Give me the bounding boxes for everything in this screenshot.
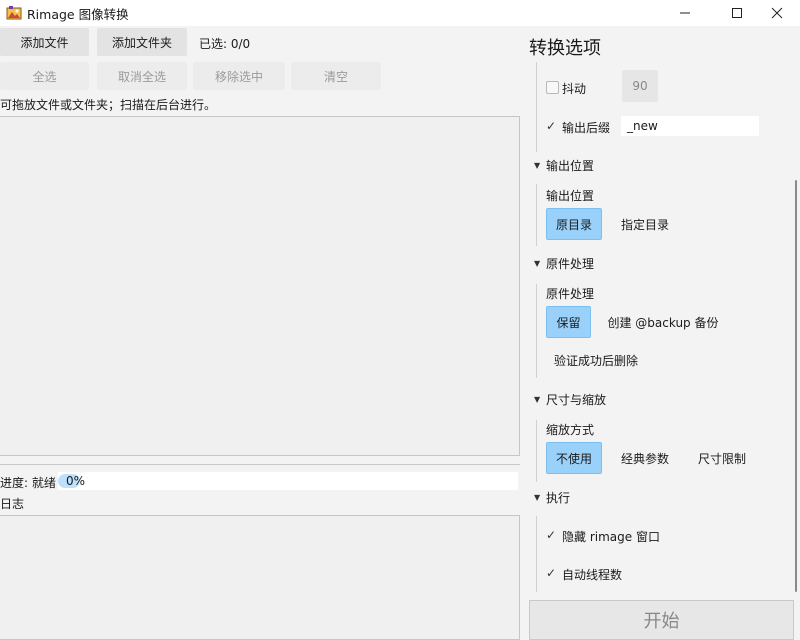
deselect-all-button[interactable]: 取消全选 bbox=[97, 62, 187, 90]
app-logo-icon bbox=[6, 6, 22, 20]
minimize-button[interactable] bbox=[662, 0, 708, 26]
progress-label: 进度: 就绪 bbox=[0, 476, 56, 490]
options-title: 转换选项 bbox=[529, 38, 601, 59]
clear-button[interactable]: 清空 bbox=[291, 62, 381, 90]
resize-classic-option[interactable]: 经典参数 bbox=[612, 442, 678, 474]
window-title: Rimage 图像转换 bbox=[27, 7, 129, 22]
auto-threads-checkbox[interactable]: ✓ bbox=[546, 567, 559, 580]
output-location-label: 输出位置 bbox=[546, 189, 595, 203]
options-scrollbar[interactable] bbox=[795, 180, 797, 592]
close-button[interactable] bbox=[754, 0, 800, 26]
suffix-label: 输出后缀 bbox=[562, 121, 611, 135]
output-original-dir-option[interactable]: 原目录 bbox=[546, 208, 602, 240]
section-guide-line bbox=[536, 420, 537, 482]
resize-limit-option[interactable]: 尺寸限制 bbox=[690, 442, 754, 474]
resize-mode-label: 缩放方式 bbox=[546, 423, 595, 437]
original-handling-label: 原件处理 bbox=[546, 287, 595, 301]
selected-count: 已选: 0/0 bbox=[199, 37, 251, 51]
select-all-button[interactable]: 全选 bbox=[0, 62, 89, 90]
resize-none-option[interactable]: 不使用 bbox=[546, 442, 602, 474]
dither-checkbox[interactable] bbox=[546, 81, 559, 94]
auto-threads-label: 自动线程数 bbox=[562, 568, 623, 582]
execute-header[interactable]: 执行 bbox=[546, 489, 570, 506]
drop-hint: 可拖放文件或文件夹；扫描在后台进行。 bbox=[0, 98, 217, 112]
caret-down-icon[interactable]: ▼ bbox=[534, 493, 540, 502]
start-button[interactable]: 开始 bbox=[529, 600, 794, 640]
hide-window-checkbox[interactable]: ✓ bbox=[546, 529, 559, 542]
backup-original-option[interactable]: 创建 @backup 备份 bbox=[604, 306, 722, 338]
hide-window-label: 隐藏 rimage 窗口 bbox=[562, 530, 660, 544]
progress-bar: 0% bbox=[58, 472, 518, 490]
add-file-button[interactable]: 添加文件 bbox=[0, 28, 89, 56]
pane-splitter[interactable] bbox=[0, 464, 520, 465]
section-guide-line bbox=[536, 62, 537, 152]
log-output[interactable] bbox=[0, 515, 520, 640]
caret-down-icon[interactable]: ▼ bbox=[534, 395, 540, 404]
dither-value-input[interactable]: 90 bbox=[622, 70, 658, 102]
app-window: Rimage 图像转换 添加文件 添加文件夹 已选: 0/0 全选 取消全选 移… bbox=[0, 0, 800, 640]
suffix-checkbox[interactable]: ✓ bbox=[546, 120, 559, 133]
caret-down-icon[interactable]: ▼ bbox=[534, 259, 540, 268]
keep-original-option[interactable]: 保留 bbox=[546, 306, 591, 338]
section-guide-line bbox=[536, 184, 537, 246]
output-location-header[interactable]: 输出位置 bbox=[546, 157, 594, 174]
original-handling-header[interactable]: 原件处理 bbox=[546, 255, 594, 272]
caret-down-icon[interactable]: ▼ bbox=[534, 161, 540, 170]
section-guide-line bbox=[536, 284, 537, 378]
section-guide-line bbox=[536, 516, 537, 592]
resize-header[interactable]: 尺寸与缩放 bbox=[546, 391, 606, 408]
log-label: 日志 bbox=[0, 497, 25, 511]
suffix-input[interactable]: _new bbox=[621, 116, 759, 136]
add-folder-button[interactable]: 添加文件夹 bbox=[97, 28, 187, 56]
dither-label: 抖动 bbox=[562, 82, 587, 96]
file-list[interactable] bbox=[0, 116, 520, 456]
title-bar: Rimage 图像转换 bbox=[0, 0, 800, 26]
delete-after-verify-option[interactable]: 验证成功后删除 bbox=[548, 344, 644, 376]
output-custom-dir-option[interactable]: 指定目录 bbox=[612, 208, 678, 240]
progress-value: 0% bbox=[66, 474, 86, 488]
minimize-icon bbox=[680, 12, 690, 14]
remove-selected-button[interactable]: 移除选中 bbox=[193, 62, 285, 90]
maximize-icon bbox=[732, 8, 742, 18]
close-icon bbox=[771, 7, 783, 19]
